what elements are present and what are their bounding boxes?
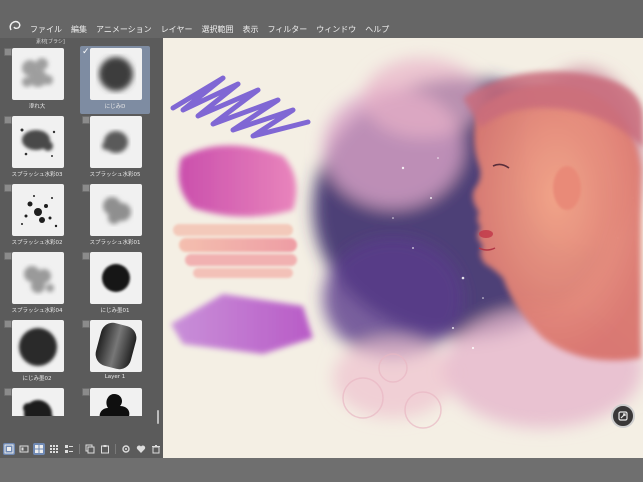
menu-layer[interactable]: レイヤー	[161, 24, 193, 35]
brush-cell[interactable]: 滲れ大	[2, 46, 72, 114]
cell-checkbox[interactable]	[4, 252, 12, 260]
brush-cell[interactable]	[80, 386, 150, 416]
toolbar-divider	[79, 444, 80, 454]
bottom-margin	[0, 458, 643, 482]
brush-thumbnail	[90, 252, 142, 304]
toolbar-divider	[115, 444, 116, 454]
menu-bar: ファイル 編集 アニメーション レイヤー 選択範囲 表示 フィルター ウィンドウ…	[0, 0, 643, 38]
transform-button[interactable]	[611, 404, 635, 428]
menu-view[interactable]: 表示	[242, 24, 258, 35]
cell-checkbox[interactable]	[4, 388, 12, 396]
menu-edit[interactable]: 編集	[71, 24, 87, 35]
brush-thumbnail	[12, 48, 64, 100]
brush-cell[interactable]: スプラッシュ水彩03	[2, 114, 72, 182]
view-large-icon	[35, 445, 43, 453]
menu-items: ファイル 編集 アニメーション レイヤー 選択範囲 表示 フィルター ウィンドウ…	[30, 24, 389, 35]
panel-toolbar	[0, 440, 163, 458]
transform-icon	[618, 411, 628, 421]
brush-name: にじみ墨02	[22, 376, 52, 382]
menu-file[interactable]: ファイル	[30, 24, 62, 35]
cell-checkbox[interactable]	[82, 184, 90, 192]
brush-thumbnail	[12, 388, 64, 416]
menu-selection[interactable]: 選択範囲	[201, 24, 233, 35]
brush-cell[interactable]: スプラッシュ水彩05	[80, 114, 150, 182]
menu-window[interactable]: ウィンドウ	[316, 24, 356, 35]
cell-checkbox[interactable]	[82, 252, 90, 260]
brush-name: にじみ墨01	[100, 308, 130, 314]
drawing-canvas[interactable]	[163, 38, 643, 458]
delete-button[interactable]	[150, 443, 162, 455]
cell-checkbox[interactable]	[82, 320, 90, 328]
brush-thumbnail	[12, 320, 64, 372]
brush-name: スプラッシュ水彩03	[11, 172, 63, 178]
menu-animation[interactable]: アニメーション	[96, 24, 152, 35]
material-panel: 素材[ブラシ] 滲れ大 ✓ にじみD スプラッシュ水彩03 スプラッシュ水彩05…	[0, 38, 163, 458]
brush-name: スプラッシュ水彩01	[89, 240, 141, 246]
panel-scrollbar[interactable]	[157, 410, 159, 424]
brush-thumbnail	[90, 48, 142, 100]
copy-button[interactable]	[84, 443, 96, 455]
brush-name: スプラッシュ水彩05	[89, 172, 141, 178]
brush-cell[interactable]: スプラッシュ水彩02	[2, 182, 72, 250]
view-large-button[interactable]	[33, 443, 45, 455]
cell-checkbox[interactable]	[82, 388, 90, 396]
brush-thumbnail	[90, 116, 142, 168]
trash-icon	[152, 445, 160, 454]
paste-button[interactable]	[99, 443, 111, 455]
cell-checkbox[interactable]	[4, 184, 12, 192]
brush-name: スプラッシュ水彩04	[11, 308, 63, 314]
brush-cell[interactable]: スプラッシュ水彩01	[80, 182, 150, 250]
favorite-button[interactable]	[135, 443, 147, 455]
brush-cell[interactable]: にじみ墨02	[2, 318, 72, 386]
cell-checkbox[interactable]	[82, 116, 90, 124]
grid-icon	[50, 445, 58, 453]
cell-checkbox[interactable]	[4, 320, 12, 328]
brush-cell-selected[interactable]: ✓ にじみD	[80, 46, 150, 114]
brush-thumbnail	[12, 116, 64, 168]
cell-checkbox[interactable]	[4, 116, 12, 124]
brush-cell[interactable]: Layer 1	[80, 318, 150, 386]
grid-view-button[interactable]	[48, 443, 60, 455]
list-view-button[interactable]	[63, 443, 75, 455]
view-medium-button[interactable]	[18, 443, 30, 455]
brush-name: スプラッシュ水彩02	[11, 240, 63, 246]
view-small-icon	[4, 444, 14, 454]
list-icon	[65, 445, 73, 453]
brush-thumbnail	[90, 184, 142, 236]
paste-icon	[101, 445, 109, 454]
settings-icon	[122, 445, 130, 453]
brush-thumbnail	[12, 184, 64, 236]
settings-button[interactable]	[120, 443, 132, 455]
brush-thumbnail	[12, 252, 64, 304]
view-small-button[interactable]	[3, 443, 15, 455]
menu-filter[interactable]: フィルター	[267, 24, 307, 35]
brush-grid: 滲れ大 ✓ にじみD スプラッシュ水彩03 スプラッシュ水彩05 スプラッシュ水…	[2, 46, 156, 416]
brush-name: Layer 1	[104, 374, 126, 380]
brush-name: 滲れ大	[28, 104, 46, 110]
cell-checkbox[interactable]	[4, 48, 12, 56]
brush-thumbnail	[90, 388, 142, 416]
view-medium-icon	[19, 445, 29, 453]
canvas-artwork	[170, 58, 643, 429]
heart-icon	[136, 445, 146, 453]
brush-name: にじみD	[104, 104, 126, 110]
copy-icon	[85, 444, 95, 454]
app-logo-icon[interactable]	[8, 20, 22, 34]
brush-cell[interactable]	[2, 386, 72, 416]
brush-cell[interactable]: スプラッシュ水彩04	[2, 250, 72, 318]
brush-thumbnail	[90, 320, 142, 372]
menu-help[interactable]: ヘルプ	[365, 24, 389, 35]
brush-cell[interactable]: にじみ墨01	[80, 250, 150, 318]
checkmark-icon[interactable]: ✓	[82, 48, 90, 57]
